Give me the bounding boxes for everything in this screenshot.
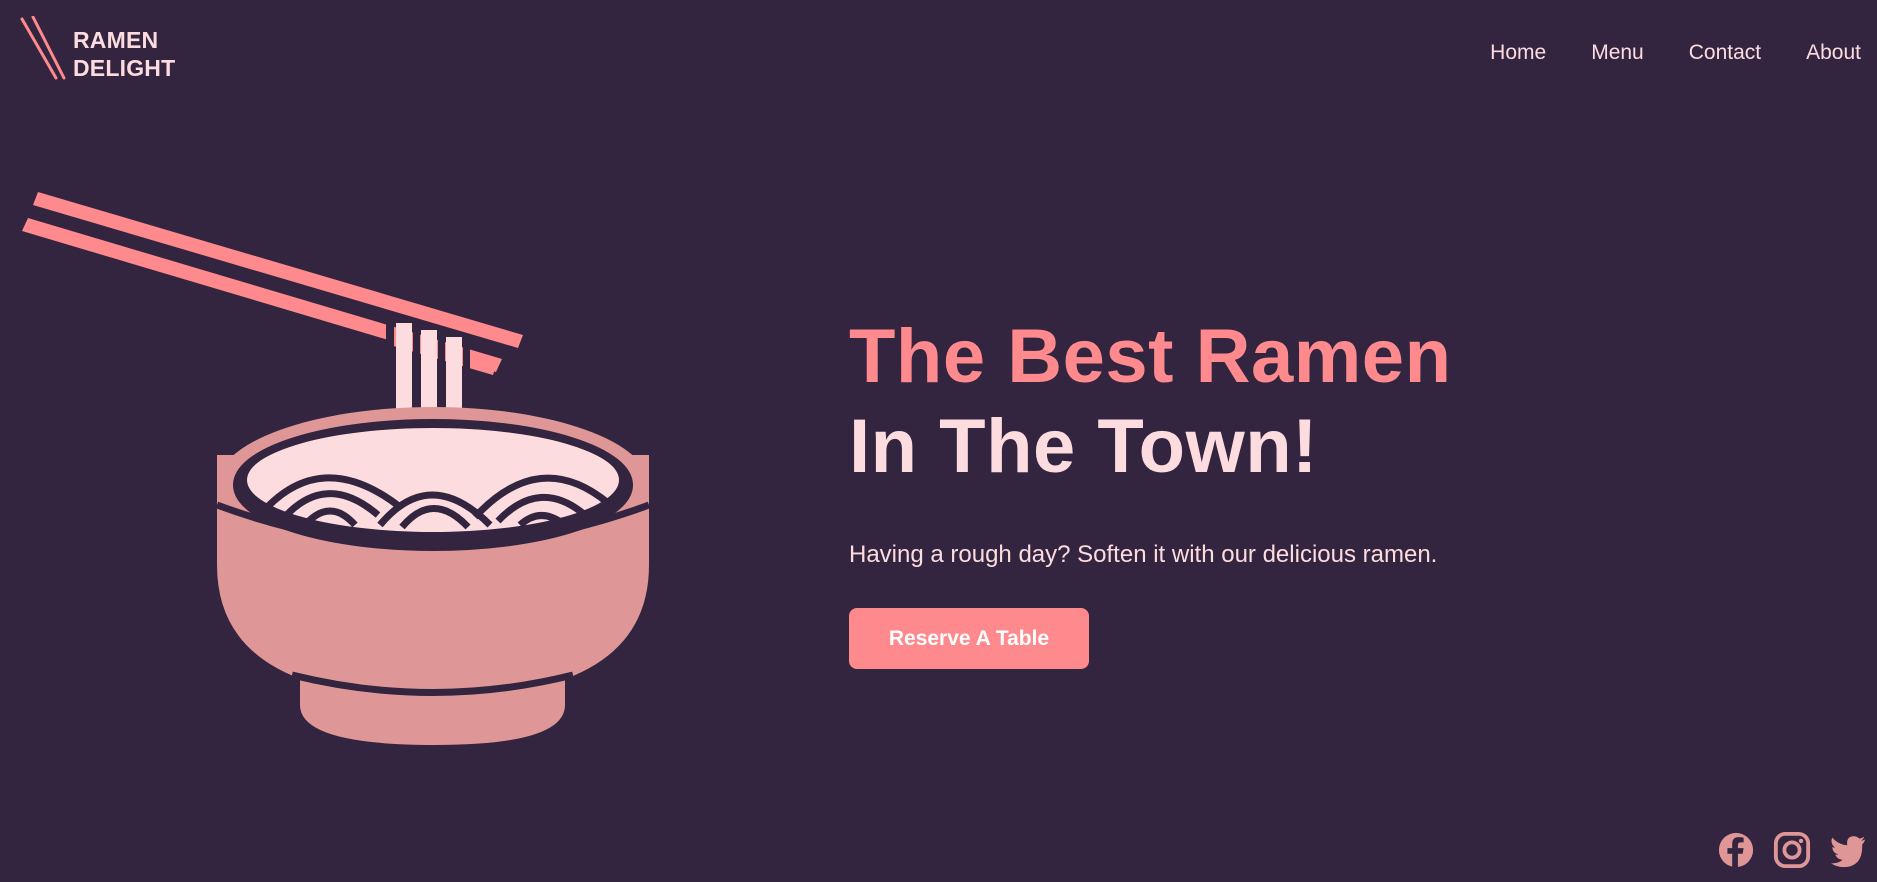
ramen-bowl-illustration [22, 192, 651, 745]
nav-link-about[interactable]: About [1806, 41, 1861, 65]
facebook-icon[interactable] [1717, 831, 1755, 869]
hero-title: The Best Ramen In The Town! [849, 312, 1452, 492]
brand-name-line2: DELIGHT [73, 55, 176, 81]
reserve-table-button[interactable]: Reserve A Table [849, 608, 1089, 669]
twitter-icon[interactable] [1829, 831, 1867, 869]
main-nav: Home Menu Contact About [1490, 41, 1861, 65]
brand-name: RAMEN DELIGHT [73, 26, 175, 82]
hero-subtitle: Having a rough day? Soften it with our d… [849, 541, 1438, 568]
hero-section: The Best Ramen In The Town! Having a rou… [849, 312, 1452, 669]
nav-link-menu[interactable]: Menu [1591, 41, 1644, 65]
brand-name-line1: RAMEN [73, 27, 159, 53]
nav-link-home[interactable]: Home [1490, 41, 1546, 65]
landing-page: RAMEN DELIGHT Home Menu Contact About Th… [0, 0, 1877, 882]
hero-title-line2: In The Town! [849, 404, 1318, 489]
chopsticks-icon [20, 16, 66, 80]
hero-title-line1: The Best Ramen [849, 314, 1452, 399]
social-links [1717, 831, 1867, 869]
brand-logo[interactable]: RAMEN DELIGHT [20, 16, 175, 82]
instagram-icon[interactable] [1773, 831, 1811, 869]
nav-link-contact[interactable]: Contact [1689, 41, 1761, 65]
